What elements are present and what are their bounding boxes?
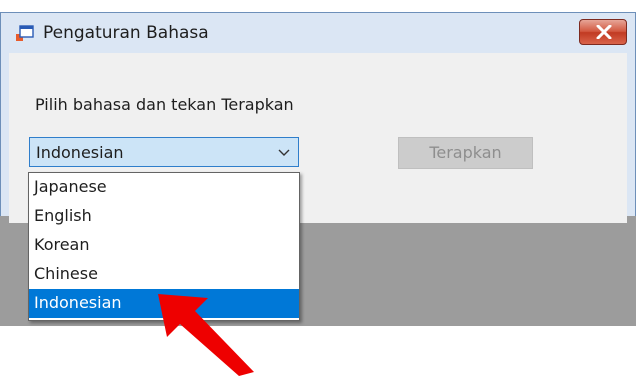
- apply-button[interactable]: Terapkan: [398, 137, 533, 169]
- app-icon: [16, 25, 34, 41]
- chevron-down-icon: [278, 149, 290, 156]
- dropdown-item-chinese[interactable]: Chinese: [29, 260, 299, 289]
- window-title: Pengaturan Bahasa: [43, 23, 209, 43]
- screen: Pengaturan Bahasa Pilih bahasa dan tekan…: [0, 0, 636, 376]
- combobox-value: Indonesian: [36, 143, 124, 162]
- close-icon: [596, 25, 612, 39]
- close-button[interactable]: [579, 19, 627, 45]
- dropdown-item-japanese[interactable]: Japanese: [29, 173, 299, 202]
- dropdown-item-korean[interactable]: Korean: [29, 231, 299, 260]
- dropdown-item-english[interactable]: English: [29, 202, 299, 231]
- instruction-label: Pilih bahasa dan tekan Terapkan: [35, 95, 294, 114]
- red-arrow-icon: [158, 294, 254, 376]
- language-combobox[interactable]: Indonesian: [29, 137, 299, 167]
- title-bar[interactable]: Pengaturan Bahasa: [1, 13, 635, 53]
